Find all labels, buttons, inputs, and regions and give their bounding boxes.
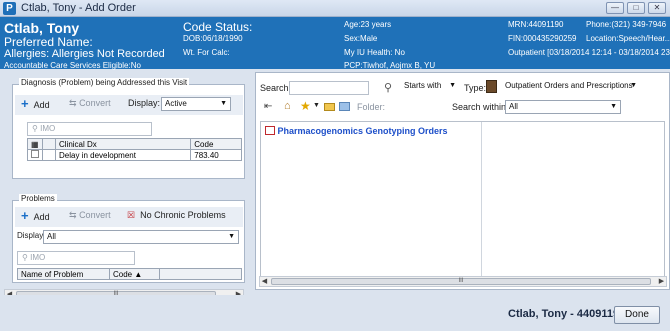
problems-display-label: Display: bbox=[17, 231, 46, 240]
window-title: Ctlab, Tony - Add Order bbox=[21, 2, 136, 14]
col-clinical-dx[interactable]: Clinical Dx bbox=[54, 138, 192, 150]
col-code[interactable]: Code bbox=[190, 138, 242, 150]
done-button[interactable]: Done bbox=[614, 306, 660, 324]
left-panel: Diagnosis (Problem) being Addressed this… bbox=[4, 72, 249, 300]
search-icon[interactable]: ⚲ bbox=[384, 81, 392, 94]
age: Age:23 years bbox=[344, 20, 392, 29]
copy-folder-icon[interactable] bbox=[339, 102, 350, 111]
acs-eligibility: Accountable Care Services Eligible:No bbox=[4, 61, 141, 70]
sex: Sex:Male bbox=[344, 34, 378, 43]
clinical-dx-cell: Delay in development bbox=[54, 149, 192, 161]
diagnosis-table-header: ▦ Clinical Dx Code bbox=[27, 138, 242, 150]
search-within-select[interactable]: All ▼ bbox=[505, 100, 621, 114]
minimize-icon[interactable]: — bbox=[606, 2, 624, 14]
search-mode-select[interactable]: Starts with ▼ bbox=[401, 80, 459, 94]
patient-name: Ctlab, Tony bbox=[4, 20, 80, 36]
diagnosis-toolbar: + Add ⇆ Convert Display: Active ▼ bbox=[15, 95, 243, 115]
diagnosis-display-label: Display: bbox=[128, 98, 161, 108]
chevron-down-icon: ▼ bbox=[630, 82, 637, 89]
select-all-icon[interactable]: ▦ bbox=[27, 138, 43, 150]
col-name-of-problem[interactable]: Name of Problem bbox=[17, 268, 110, 280]
search-icon: ⚲ bbox=[22, 253, 28, 262]
chevron-down-icon: ▼ bbox=[449, 82, 456, 89]
folder-icon[interactable] bbox=[324, 103, 335, 111]
diagnosis-legend: Diagnosis (Problem) being Addressed this… bbox=[19, 78, 190, 87]
convert-icon: ⇆ bbox=[69, 210, 77, 220]
right-horizontal-scrollbar[interactable]: ◀ III ▶ bbox=[259, 276, 667, 287]
maximize-icon[interactable]: □ bbox=[627, 2, 645, 14]
type-label: Type: bbox=[464, 83, 487, 93]
problems-group: Problems + Add ⇆ Convert ☒ No Chronic Pr… bbox=[12, 194, 245, 283]
diagnosis-table: ▦ Clinical Dx Code Delay in development … bbox=[27, 138, 242, 161]
diagnosis-imo-search[interactable]: ⚲ IMO bbox=[27, 122, 152, 136]
folder-label: Folder: bbox=[357, 102, 386, 112]
table-row[interactable]: Delay in development 783.40 bbox=[27, 149, 242, 161]
order-search-panel: Search: ⚲ Starts with ▼ Type: Outpatient … bbox=[255, 72, 670, 290]
folder-name: Pharmacogenomics Genotyping Orders bbox=[277, 126, 448, 136]
back-icon[interactable]: ⇤ bbox=[264, 101, 272, 112]
problems-table-header: Name of Problem Code ▲ bbox=[17, 268, 242, 280]
problems-imo-search[interactable]: ⚲ IMO bbox=[17, 251, 135, 265]
footer-patient-info: Ctlab, Tony - 44091190 bbox=[508, 308, 626, 320]
no-chronic-problems-button[interactable]: ☒ No Chronic Problems bbox=[127, 210, 226, 221]
orderset-folder-icon bbox=[265, 126, 275, 135]
results-divider bbox=[481, 122, 482, 285]
code-cell: 783.40 bbox=[190, 149, 242, 161]
footer-bar: Ctlab, Tony - 44091190 Done bbox=[0, 295, 670, 331]
iu-health: My IU Health: No bbox=[344, 48, 405, 57]
problems-legend: Problems bbox=[19, 194, 57, 203]
search-within-label: Search within: bbox=[452, 102, 509, 112]
search-label: Search: bbox=[260, 83, 292, 93]
order-results-list: Pharmacogenomics Genotyping Orders bbox=[260, 121, 665, 286]
dob: DOB:06/18/1990 bbox=[183, 34, 243, 43]
code-status: Code Status: bbox=[183, 20, 253, 34]
fin: FIN:000435290259 bbox=[508, 34, 577, 43]
problems-toolbar: + Add ⇆ Convert ☒ No Chronic Problems bbox=[15, 207, 243, 227]
location: Location:Speech/Hear... bbox=[586, 34, 670, 43]
preferred-name: Preferred Name: bbox=[4, 35, 93, 49]
no-chronic-icon: ☒ bbox=[127, 210, 136, 220]
problems-add-button[interactable]: + Add bbox=[21, 208, 50, 223]
chevron-down-icon: ▼ bbox=[610, 103, 617, 110]
chevron-down-icon: ▼ bbox=[228, 233, 235, 240]
weight-for-calc: Wt. For Calc: bbox=[183, 48, 230, 57]
diagnosis-display-select[interactable]: Active ▼ bbox=[161, 97, 231, 111]
outpatient-encounter: Outpatient [03/18/2014 12:14 - 03/18/201… bbox=[508, 48, 670, 57]
patient-banner: Ctlab, Tony Preferred Name: Allergies: A… bbox=[0, 17, 670, 70]
row-checkbox[interactable] bbox=[27, 149, 43, 161]
app-icon: P bbox=[3, 2, 16, 15]
plus-icon: + bbox=[21, 96, 29, 111]
chevron-down-icon: ▼ bbox=[220, 100, 227, 107]
allergies: Allergies: Allergies Not Recorded bbox=[4, 48, 165, 60]
col-problem-code[interactable]: Code ▲ bbox=[109, 268, 160, 280]
list-item[interactable]: Pharmacogenomics Genotyping Orders bbox=[265, 126, 448, 136]
plus-icon: + bbox=[21, 208, 29, 223]
problems-display-select[interactable]: All ▼ bbox=[43, 230, 239, 244]
order-search-input[interactable] bbox=[289, 81, 369, 95]
pcp: PCP:Tiwhof, Aojmx B, YU bbox=[344, 61, 436, 70]
order-type-icon bbox=[486, 80, 497, 93]
order-type-select[interactable]: Outpatient Orders and Prescriptions ▼ bbox=[502, 80, 640, 94]
convert-icon: ⇆ bbox=[69, 98, 77, 108]
diagnosis-add-button[interactable]: + Add bbox=[21, 96, 50, 111]
phone: Phone:(321) 349-7946 bbox=[586, 20, 667, 29]
diagnosis-group: Diagnosis (Problem) being Addressed this… bbox=[12, 78, 245, 179]
scroll-thumb[interactable]: III bbox=[271, 278, 651, 285]
mrn: MRN:44091190 bbox=[508, 20, 564, 29]
home-icon[interactable]: ⌂ bbox=[284, 100, 291, 112]
window-titlebar: P Ctlab, Tony - Add Order — □ ✕ bbox=[0, 0, 670, 17]
favorites-dropdown-icon[interactable]: ▼ bbox=[313, 102, 320, 109]
close-icon[interactable]: ✕ bbox=[648, 2, 666, 14]
favorites-star-icon[interactable]: ★ bbox=[300, 99, 311, 113]
problems-convert-button[interactable]: ⇆ Convert bbox=[69, 210, 111, 221]
scroll-right-icon[interactable]: ▶ bbox=[657, 277, 666, 286]
diagnosis-convert-button[interactable]: ⇆ Convert bbox=[69, 98, 111, 109]
problems-table: Name of Problem Code ▲ bbox=[17, 268, 242, 280]
scroll-left-icon[interactable]: ◀ bbox=[260, 277, 269, 286]
search-icon: ⚲ bbox=[32, 124, 38, 133]
